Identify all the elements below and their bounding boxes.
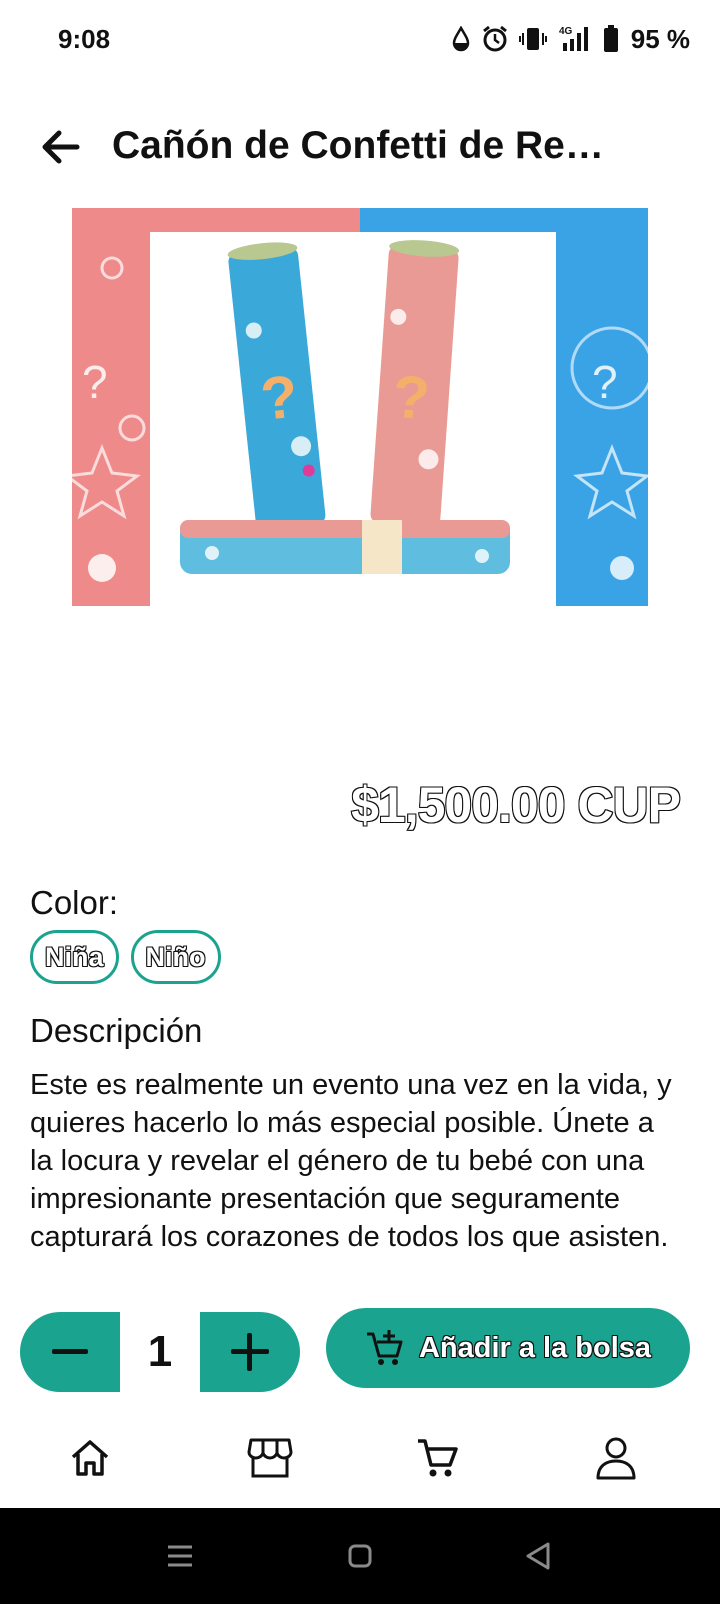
system-home-button[interactable] xyxy=(338,1536,382,1576)
product-photo: ? ? ? ? xyxy=(72,208,648,606)
svg-text:?: ? xyxy=(592,356,618,408)
store-icon xyxy=(247,1438,293,1478)
nav-home[interactable] xyxy=(60,1430,120,1486)
home-circle-icon xyxy=(348,1544,372,1568)
add-to-bag-button[interactable]: Añadir a la bolsa xyxy=(326,1308,690,1388)
status-time: 9:08 xyxy=(58,24,111,54)
home-icon xyxy=(71,1440,109,1476)
bottom-navigation xyxy=(0,1410,720,1506)
arrow-left-icon xyxy=(42,130,80,164)
svg-text:?: ? xyxy=(82,356,108,408)
battery-icon xyxy=(603,25,618,52)
nav-cart[interactable] xyxy=(408,1430,468,1486)
cart-icon xyxy=(418,1439,458,1477)
nav-profile[interactable] xyxy=(586,1430,646,1486)
back-button[interactable] xyxy=(34,120,88,174)
back-triangle-icon xyxy=(526,1542,550,1570)
page-title: Cañón de Confetti de Re… xyxy=(112,124,604,167)
description-title: Descripción xyxy=(30,1012,203,1049)
recents-button[interactable] xyxy=(158,1536,202,1576)
svg-text:?: ? xyxy=(258,363,301,433)
status-bar: 9:08 4G 95 % xyxy=(0,0,720,80)
cart-add-icon xyxy=(366,1330,403,1365)
increase-quantity-button[interactable] xyxy=(200,1312,300,1392)
plus-icon xyxy=(231,1333,269,1371)
recents-icon xyxy=(168,1545,192,1567)
minus-icon xyxy=(52,1349,88,1354)
battery-level: 95 % xyxy=(630,23,690,54)
color-options: Niña Niño xyxy=(30,930,221,984)
quantity-value: 1 xyxy=(147,1327,173,1376)
svg-text:?: ? xyxy=(390,363,431,432)
add-to-bag-label: Añadir a la bolsa xyxy=(418,1331,652,1364)
signal-icon: 4G xyxy=(559,26,588,51)
water-drop-icon xyxy=(452,26,469,52)
status-icons: 4G 95 % xyxy=(451,22,690,56)
alarm-icon xyxy=(482,25,507,52)
product-image[interactable]: ? ? ? ? xyxy=(72,208,648,606)
decrease-quantity-button[interactable] xyxy=(20,1312,120,1392)
user-icon xyxy=(596,1437,636,1480)
app-header: Cañón de Confetti de Re… xyxy=(0,100,720,190)
system-back-button[interactable] xyxy=(516,1536,560,1576)
quantity-stepper: 1 xyxy=(20,1312,300,1392)
nav-store[interactable] xyxy=(240,1430,300,1486)
color-option-nina[interactable]: Niña xyxy=(30,930,119,984)
color-label: Color: xyxy=(30,884,119,921)
product-price: $1,500.00 CUP xyxy=(350,776,682,834)
network-label: 4G xyxy=(559,26,573,37)
system-navigation-bar xyxy=(0,1508,720,1604)
vibrate-icon xyxy=(518,28,547,50)
description-text: Este es realmente un evento una vez en l… xyxy=(30,1069,672,1253)
color-option-nino[interactable]: Niño xyxy=(130,930,221,984)
